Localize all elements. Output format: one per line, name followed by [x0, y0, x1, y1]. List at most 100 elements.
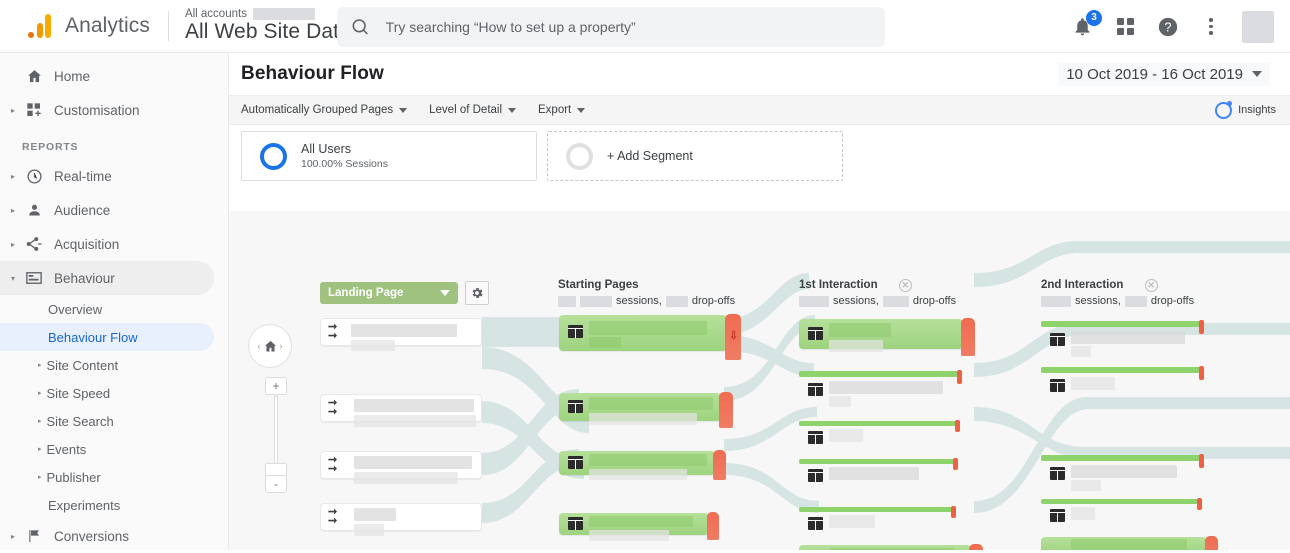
chevron-right-icon[interactable]: ▸ [6, 240, 20, 249]
close-icon[interactable]: ✕ [1144, 279, 1158, 292]
apps-grid-icon[interactable] [1113, 15, 1137, 39]
search-input[interactable] [385, 19, 871, 35]
flow-node-1st-interaction[interactable] [799, 458, 958, 482]
bell-icon[interactable]: 3 [1070, 9, 1102, 39]
page-icon [1050, 467, 1065, 480]
behaviour-flow-canvas[interactable]: Starting Pages sessions, drop-offs 1st I… [229, 211, 1290, 550]
kebab-menu-icon[interactable] [1199, 15, 1223, 39]
flow-node-1st-interaction[interactable] [799, 544, 983, 550]
dropoff-bar[interactable] [1197, 498, 1202, 510]
close-icon[interactable]: ✕ [898, 279, 912, 292]
chevron-left-icon[interactable]: ‹ [258, 341, 261, 351]
flow-node-1st-interaction[interactable] [799, 506, 956, 530]
help-icon[interactable]: ? [1156, 15, 1180, 39]
segment-all-users[interactable]: All Users 100.00% Sessions [241, 131, 537, 181]
sidebar-item-label: Home [54, 68, 91, 84]
chevron-right-icon[interactable]: ▸ [38, 417, 42, 425]
dropoff-bar[interactable] [957, 370, 962, 384]
property-name: All Web Site Data [184, 20, 351, 43]
chevron-right-icon[interactable]: ▸ [6, 172, 20, 181]
gear-icon[interactable] [465, 281, 489, 305]
sidebar-item-conversions[interactable]: ▸ Conversions [0, 519, 228, 553]
dropoff-bar[interactable] [713, 450, 726, 480]
flow-node-1st-interaction[interactable] [799, 420, 960, 444]
chevron-right-icon[interactable]: ▸ [38, 361, 42, 369]
flow-node-starting-page[interactable] [559, 450, 726, 480]
flow-node-starting-page[interactable]: ⇩ [559, 314, 741, 360]
flow-node-2nd-interaction[interactable] [1041, 536, 1218, 550]
add-segment-button[interactable]: + Add Segment [547, 131, 843, 181]
flow-node-source[interactable]: ➞ ➞ [320, 503, 482, 536]
dropoff-bar[interactable] [955, 420, 960, 432]
sidebar-item-publisher[interactable]: ▸ Publisher [0, 463, 228, 491]
dimension-selector[interactable]: Landing Page [320, 282, 458, 304]
avatar[interactable] [1242, 10, 1274, 43]
zoom-in-button[interactable]: + [265, 377, 287, 395]
flow-node-source[interactable]: ➞ ➞ [320, 318, 482, 351]
dropoff-bar[interactable] [719, 392, 733, 428]
grouping-dropdown[interactable]: Automatically Grouped Pages [241, 104, 408, 116]
flow-node-2nd-interaction[interactable] [1041, 454, 1204, 491]
dropoff-bar[interactable] [1199, 320, 1204, 334]
dropoff-bar[interactable] [707, 512, 719, 540]
search-bar[interactable] [337, 7, 885, 47]
sidebar-item-behaviour[interactable]: ▾ Behaviour [0, 261, 214, 295]
chevron-down-icon [577, 107, 586, 113]
sidebar-item-events[interactable]: ▸ Events [0, 435, 228, 463]
chevron-right-icon[interactable]: ▸ [6, 106, 20, 115]
sidebar-item-home[interactable]: Home [0, 59, 228, 93]
sidebar-item-customisation[interactable]: ▸ Customisation [0, 93, 228, 127]
sidebar-item-overview[interactable]: Overview [0, 295, 228, 323]
dropoff-bar[interactable] [961, 318, 975, 356]
dropoff-bar[interactable] [1205, 536, 1218, 550]
flow-node-2nd-interaction[interactable] [1041, 498, 1202, 522]
level-of-detail-dropdown[interactable]: Level of Detail [429, 104, 517, 116]
node-sublabel-redacted [351, 340, 395, 351]
flag-icon [20, 528, 48, 544]
sidebar-item-behaviour-flow[interactable]: Behaviour Flow [0, 323, 214, 351]
dropoff-bar[interactable] [951, 506, 956, 518]
sessions-label: sessions, [616, 295, 662, 307]
export-dropdown[interactable]: Export [538, 104, 586, 116]
flow-node-1st-interaction[interactable] [799, 370, 962, 407]
sidebar-item-audience[interactable]: ▸ Audience [0, 193, 228, 227]
column-stats-2nd-interaction: sessions, drop-offs [1041, 295, 1194, 307]
dropoffs-count-redacted [882, 295, 909, 307]
chevron-right-icon[interactable]: ▸ [6, 206, 20, 215]
dropoffs-count-redacted [1124, 295, 1147, 307]
chevron-right-icon[interactable]: ▸ [6, 532, 20, 541]
zoom-slider[interactable]: + - [265, 377, 287, 497]
dropoff-bar[interactable] [1199, 366, 1204, 380]
chevron-right-icon[interactable]: › [280, 341, 283, 351]
flow-node-2nd-interaction[interactable] [1041, 366, 1204, 392]
node-sublabel-redacted [1071, 346, 1091, 357]
dropoff-bar[interactable] [953, 458, 958, 470]
sidebar-item-site-speed[interactable]: ▸ Site Speed [0, 379, 228, 407]
sidebar-section-reports: REPORTS [22, 141, 79, 153]
sidebar-item-acquisition[interactable]: ▸ Acquisition [0, 227, 228, 261]
zoom-out-button[interactable]: - [265, 475, 287, 493]
chevron-down-icon [508, 107, 517, 113]
sidebar-item-site-search[interactable]: ▸ Site Search [0, 407, 228, 435]
flow-node-starting-page[interactable] [559, 512, 719, 541]
flow-node-source[interactable]: ➞ ➞ [320, 394, 482, 427]
dropoff-bar[interactable] [969, 544, 983, 550]
chevron-down-icon[interactable]: ▾ [6, 274, 20, 283]
sidebar-item-experiments[interactable]: Experiments [0, 491, 228, 519]
flow-node-source[interactable]: ➞ ➞ [320, 451, 482, 484]
reset-view-home-button[interactable]: ‹ › [248, 324, 292, 368]
dropoff-bar[interactable] [1199, 454, 1204, 468]
node-sublabel-redacted [589, 469, 687, 480]
insights-button[interactable]: Insights [1215, 100, 1276, 119]
node-label-redacted [1071, 507, 1095, 520]
sidebar-item-real-time[interactable]: ▸ Real-time [0, 159, 228, 193]
chevron-right-icon[interactable]: ▸ [38, 445, 42, 453]
flow-node-2nd-interaction[interactable] [1041, 320, 1204, 357]
chevron-right-icon[interactable]: ▸ [38, 389, 42, 397]
insights-label: Insights [1238, 104, 1276, 116]
date-range-picker[interactable]: 10 Oct 2019 - 16 Oct 2019 [1058, 62, 1270, 86]
sidebar-item-site-content[interactable]: ▸ Site Content [0, 351, 228, 379]
flow-node-1st-interaction[interactable] [799, 318, 975, 356]
flow-node-starting-page[interactable] [559, 392, 733, 428]
chevron-right-icon[interactable]: ▸ [38, 473, 42, 481]
